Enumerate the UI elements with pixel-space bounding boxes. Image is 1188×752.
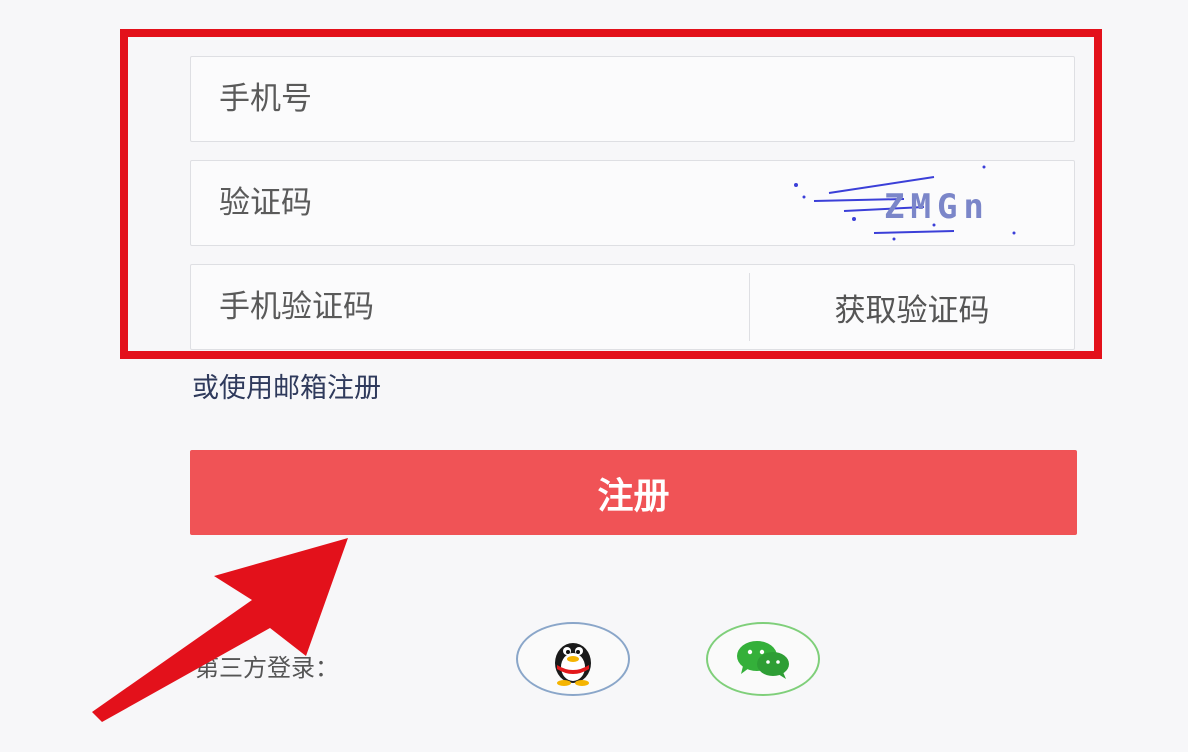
sms-code-input[interactable] [191,265,749,349]
qq-penguin-icon [555,643,591,686]
register-button[interactable]: 注册 [190,450,1077,535]
captcha-text: ZMGn [884,187,990,227]
wechat-login-button[interactable] [706,622,820,696]
get-code-button[interactable]: 获取验证码 [749,273,1074,341]
captcha-image[interactable]: ZMGn [784,163,1054,243]
captcha-input[interactable] [191,161,751,245]
qq-login-button[interactable] [516,622,630,696]
phone-input[interactable] [191,57,1074,141]
captcha-field: ZMGn [190,160,1075,246]
email-register-link[interactable]: 或使用邮箱注册 [192,366,381,405]
phone-field [190,56,1075,142]
wechat-icon [737,641,789,679]
sms-code-field: 获取验证码 [190,264,1075,350]
third-party-login-label: 第三方登录： [195,654,339,682]
